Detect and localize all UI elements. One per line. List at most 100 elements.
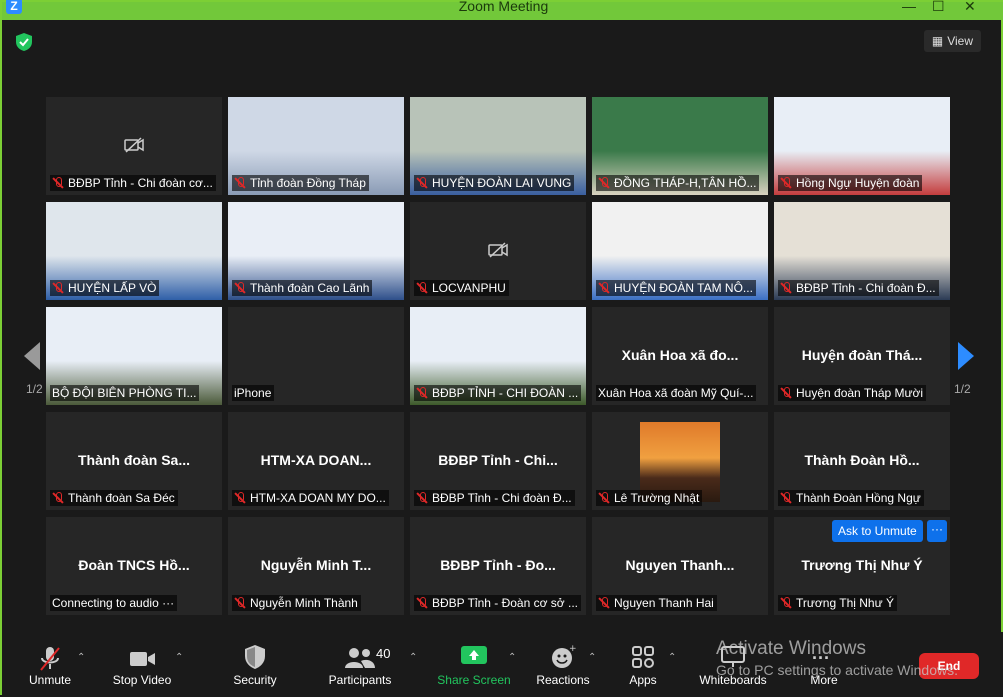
participant-name: HUYỆN ĐOÀN TAM NÔ... — [614, 281, 753, 295]
participant-name: BỘ ĐỘI BIÊN PHÒNG TI... — [52, 386, 197, 400]
participant-name: Trương Thị Như Ý — [796, 596, 894, 610]
reactions-caret-icon[interactable]: ⌃ — [588, 652, 596, 663]
participant-tile[interactable]: iPhone — [228, 307, 404, 405]
maximize-icon[interactable]: ☐ — [932, 0, 945, 15]
apps-icon — [632, 646, 654, 668]
microphone-muted-icon — [598, 177, 610, 189]
participant-name: Nguyen Thanh Hai — [614, 596, 714, 610]
participant-name: iPhone — [234, 386, 272, 400]
tile-more-button[interactable]: ··· — [927, 520, 947, 542]
page-indicator-left: 1/2 — [26, 382, 43, 396]
participant-tile[interactable]: LOCVANPHU — [410, 202, 586, 300]
minimize-icon[interactable]: — — [902, 0, 916, 14]
participant-display-name: Thành đoàn Sa... — [77, 452, 190, 468]
microphone-muted-icon — [780, 387, 792, 399]
participant-name-label: Connecting to audio ··· — [50, 595, 178, 611]
microphone-muted-icon — [780, 597, 792, 609]
participant-tile[interactable]: Hồng Ngự Huyện đoàn — [774, 97, 950, 195]
participant-name-label: HTM-XA DOAN MY DO... — [232, 490, 389, 506]
participant-name-label: Lê Trường Nhật — [596, 490, 703, 506]
share-screen-icon — [461, 646, 487, 664]
participant-display-name: HTM-XA DOAN... — [260, 452, 372, 468]
participant-tile[interactable]: Nguyễn Minh T... Nguyễn Minh Thành — [228, 517, 404, 615]
participant-display-name: Nguyen Thanh... — [625, 557, 735, 573]
camera-off-icon — [124, 137, 144, 153]
participant-tile[interactable]: Lê Trường Nhật — [592, 412, 768, 510]
participant-display-name: Huyện đoàn Thá... — [801, 347, 923, 363]
participant-tile[interactable]: HUYỆN ĐOÀN TAM NÔ... — [592, 202, 768, 300]
grid-view-icon: ▦ — [931, 34, 944, 48]
participant-tile[interactable]: HUYỆN LẤP VÒ — [46, 202, 222, 300]
next-page-arrow-icon[interactable] — [958, 342, 974, 370]
participants-button[interactable]: 40 Participants — [320, 632, 400, 687]
microphone-muted-icon — [780, 282, 792, 294]
microphone-muted-icon — [52, 282, 64, 294]
participant-name-label: Thành đoàn Cao Lãnh — [232, 280, 373, 296]
participant-name-label: HUYỆN ĐOÀN TAM NÔ... — [596, 280, 756, 296]
participant-tile[interactable]: HUYỆN ĐOÀN LAI VUNG — [410, 97, 586, 195]
participant-tile[interactable]: BĐBP Tỉnh - Chi đoàn Đ... — [774, 202, 950, 300]
participant-display-name: BĐBP Tỉnh - Đo... — [440, 557, 556, 573]
participant-tile[interactable]: BĐBP Tỉnh - Chi đoàn cơ... — [46, 97, 222, 195]
participant-display-name: Thành Đoàn Hồ... — [804, 452, 920, 468]
participant-name: BĐBP Tỉnh - Đoàn cơ sở ... — [432, 596, 579, 610]
shield-icon[interactable] — [14, 32, 34, 52]
participant-name-label: ĐỒNG THÁP-H,TÂN HỒ... — [596, 175, 760, 191]
participant-display-name: Xuân Hoa xã đo... — [621, 347, 739, 363]
participant-tile[interactable]: Thành đoàn Cao Lãnh — [228, 202, 404, 300]
participant-name: HUYỆN LẤP VÒ — [68, 281, 157, 295]
close-icon[interactable]: ✕ — [964, 0, 976, 15]
participant-display-name: Trương Thị Như Ý — [801, 557, 923, 573]
participant-name: BĐBP Tỉnh - Chi đoàn Đ... — [432, 491, 572, 505]
participant-tile[interactable]: Thành Đoàn Hồ... Thành Đoàn Hồng Ngự — [774, 412, 950, 510]
participant-name-label: Thành Đoàn Hồng Ngự — [778, 490, 924, 506]
participant-tile[interactable]: Huyện đoàn Thá... Huyện đoàn Tháp Mười — [774, 307, 950, 405]
apps-caret-icon[interactable]: ⌃ — [668, 652, 676, 663]
zoom-window: Z Zoom Meeting — ☐ ✕ ▦ View 1/2 1/2 BĐBP … — [0, 0, 1003, 697]
participant-name: Thành đoàn Sa Đéc — [68, 491, 175, 505]
participant-name-label: Tỉnh đoàn Đồng Tháp — [232, 175, 369, 191]
participant-tile[interactable]: BĐBP TỈNH - CHI ĐOÀN ... — [410, 307, 586, 405]
share-options-caret-icon[interactable]: ⌃ — [508, 652, 516, 663]
participant-name-label: iPhone — [232, 385, 275, 401]
participant-name: Lê Trường Nhật — [614, 491, 700, 505]
security-button[interactable]: Security — [215, 632, 295, 687]
participant-tile[interactable]: Đoàn TNCS Hồ... Connecting to audio ··· — [46, 517, 222, 615]
participant-tile[interactable]: BĐBP Tỉnh - Đo... BĐBP Tỉnh - Đoàn cơ sở … — [410, 517, 586, 615]
microphone-muted-icon — [52, 492, 64, 504]
participant-tile[interactable]: BỘ ĐỘI BIÊN PHÒNG TI... — [46, 307, 222, 405]
participant-tile[interactable]: BĐBP Tỉnh - Chi... BĐBP Tỉnh - Chi đoàn Đ… — [410, 412, 586, 510]
title-bar: Z Zoom Meeting — ☐ ✕ — [2, 0, 1003, 20]
participant-display-name: BĐBP Tỉnh - Chi... — [438, 452, 558, 468]
microphone-muted-icon — [416, 387, 428, 399]
participant-name-label: HUYỆN ĐOÀN LAI VUNG — [414, 175, 575, 191]
stop-video-button[interactable]: Stop Video — [102, 632, 182, 687]
participant-tile[interactable]: HTM-XA DOAN... HTM-XA DOAN MY DO... — [228, 412, 404, 510]
prev-page-arrow-icon[interactable] — [24, 342, 40, 370]
participant-tile[interactable]: Nguyen Thanh... Nguyen Thanh Hai — [592, 517, 768, 615]
share-screen-button[interactable]: Share Screen — [434, 632, 514, 687]
microphone-muted-icon — [780, 177, 792, 189]
page-indicator-right: 1/2 — [954, 382, 971, 396]
microphone-muted-icon — [780, 492, 792, 504]
participant-tile[interactable]: Tỉnh đoàn Đồng Tháp — [228, 97, 404, 195]
video-options-caret-icon[interactable]: ⌃ — [175, 652, 183, 663]
microphone-muted-icon — [416, 177, 428, 189]
view-button[interactable]: ▦ View — [923, 30, 981, 52]
audio-options-caret-icon[interactable]: ⌃ — [77, 652, 85, 663]
svg-text:+: + — [569, 644, 576, 654]
participant-name: ĐỒNG THÁP-H,TÂN HỒ... — [614, 176, 757, 190]
participant-name: Hồng Ngự Huyện đoàn — [796, 176, 920, 190]
participant-tile[interactable]: Thành đoàn Sa... Thành đoàn Sa Đéc — [46, 412, 222, 510]
window-title: Zoom Meeting — [458, 0, 549, 14]
participant-name: BĐBP TỈNH - CHI ĐOÀN ... — [432, 386, 579, 400]
participant-name: Nguyễn Minh Thành — [250, 596, 358, 610]
participant-tile[interactable]: Xuân Hoa xã đo... Xuân Hoa xã đoàn Mỹ Quí… — [592, 307, 768, 405]
participants-caret-icon[interactable]: ⌃ — [409, 652, 417, 663]
ask-to-unmute-button[interactable]: Ask to Unmute — [832, 520, 923, 542]
participant-tile[interactable]: ĐỒNG THÁP-H,TÂN HỒ... — [592, 97, 768, 195]
participant-display-name: Đoàn TNCS Hồ... — [78, 557, 190, 573]
microphone-muted-icon — [52, 177, 64, 189]
video-camera-icon — [130, 652, 155, 666]
participant-name-label: Huyện đoàn Tháp Mười — [778, 385, 927, 401]
